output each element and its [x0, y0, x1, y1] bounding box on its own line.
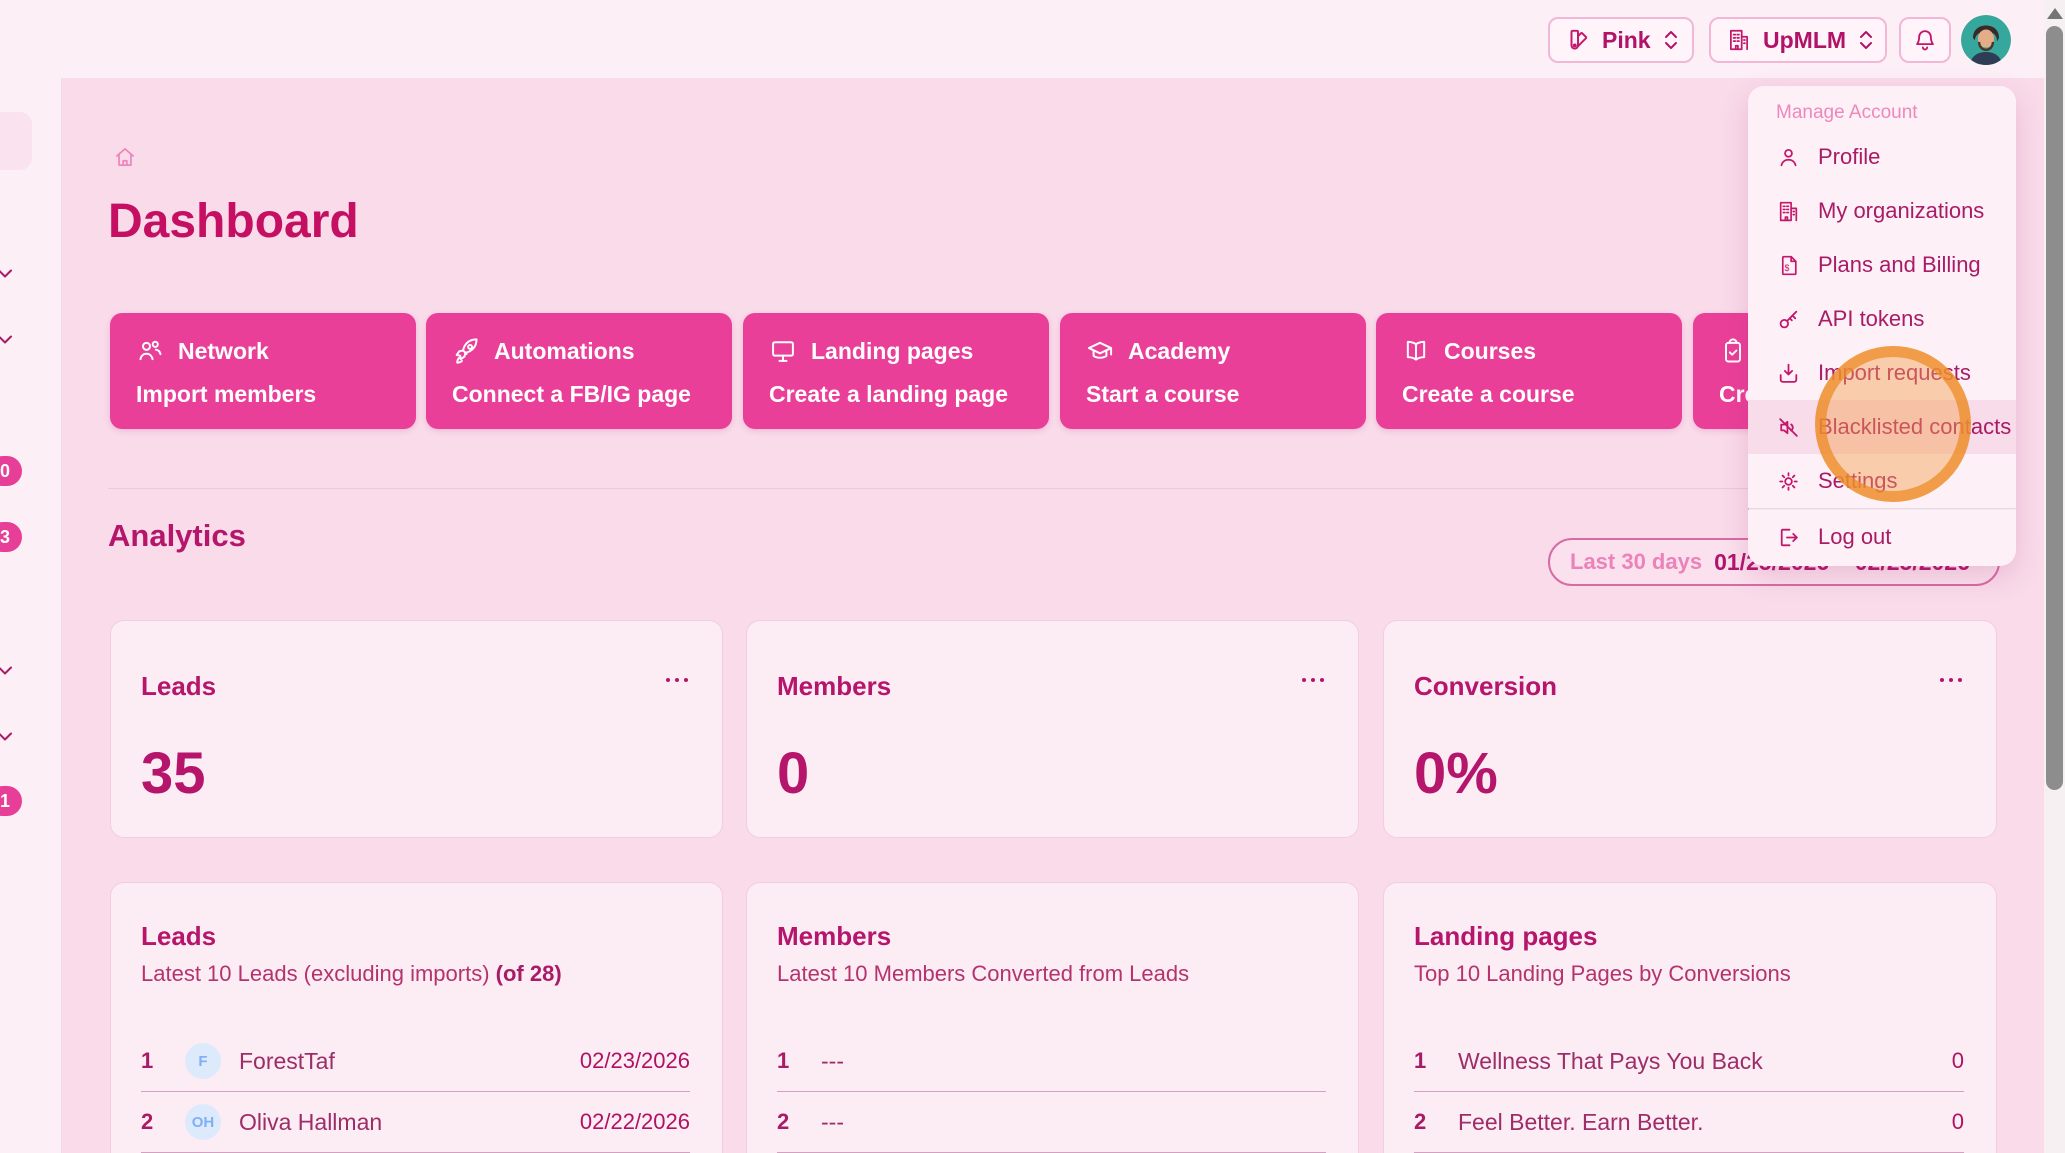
quick-action-subtitle: Create a course — [1402, 381, 1656, 408]
avatar: F — [185, 1043, 221, 1079]
list-subtitle: Top 10 Landing Pages by Conversions — [1414, 961, 1964, 987]
gear-icon — [1776, 469, 1801, 494]
menu-item-api-tokens[interactable]: API tokens — [1748, 292, 2016, 346]
quick-action-courses[interactable]: Courses Create a course — [1376, 313, 1682, 429]
theme-selector-label: Pink — [1602, 27, 1651, 54]
stat-title: Members — [777, 671, 891, 702]
list-subtitle: Latest 10 Members Converted from Leads — [777, 961, 1326, 987]
stat-value: 0% — [1414, 745, 1964, 803]
updown-chevrons-icon — [1662, 28, 1680, 52]
chevron-down-icon[interactable] — [0, 261, 17, 285]
quick-action-title: Academy — [1128, 338, 1230, 365]
list-title: Leads — [141, 921, 690, 952]
quick-action-title: Landing pages — [811, 338, 973, 365]
sidebar: 0 3 1 — [0, 78, 62, 1153]
list-card-landing-pages: Landing pages Top 10 Landing Pages by Co… — [1383, 882, 1997, 1153]
swatch-icon — [1565, 27, 1591, 53]
stat-title: Leads — [141, 671, 216, 702]
date-range-label: Last 30 days — [1570, 549, 1702, 575]
quick-action-subtitle: Import members — [136, 381, 390, 408]
stat-value: 35 — [141, 745, 690, 803]
quick-action-title: Network — [178, 338, 269, 365]
home-icon[interactable] — [112, 144, 138, 170]
building-icon — [1726, 27, 1752, 53]
stat-value: 0 — [777, 745, 1326, 803]
more-options-icon[interactable] — [1300, 675, 1326, 685]
quick-action-subtitle: Connect a FB/IG page — [452, 381, 706, 408]
menu-item-log-out[interactable]: Log out — [1748, 510, 2016, 564]
list-item[interactable]: 2 Feel Better. Earn Better. 0 — [1414, 1092, 1964, 1153]
chevron-down-icon[interactable] — [0, 724, 17, 748]
graduation-cap-icon — [1086, 337, 1114, 365]
list-subtitle: Latest 10 Leads (excluding imports) (of … — [141, 961, 690, 987]
avatar: OH — [185, 1104, 221, 1140]
click-highlight — [1815, 346, 1971, 502]
stat-title: Conversion — [1414, 671, 1557, 702]
user-icon — [1776, 145, 1801, 170]
section-divider — [108, 488, 1997, 489]
quick-action-automations[interactable]: Automations Connect a FB/IG page — [426, 313, 732, 429]
user-avatar[interactable] — [1961, 15, 2011, 65]
more-options-icon[interactable] — [1938, 675, 1964, 685]
list-title: Landing pages — [1414, 921, 1964, 952]
quick-action-subtitle: Start a course — [1086, 381, 1340, 408]
notifications-button[interactable] — [1899, 17, 1951, 63]
list-title: Members — [777, 921, 1326, 952]
list-item[interactable]: 1 F ForestTaf 02/23/2026 — [141, 1031, 690, 1092]
list-card-leads: Leads Latest 10 Leads (excluding imports… — [110, 882, 723, 1153]
scrollbar[interactable] — [2044, 0, 2065, 1153]
rocket-icon — [452, 337, 480, 365]
svg-text:$: $ — [1785, 263, 1790, 273]
list-item: 2 --- — [777, 1092, 1326, 1153]
stat-card-members: Members 0 — [746, 620, 1359, 838]
sidebar-item-active[interactable] — [0, 112, 32, 170]
sidebar-count-badge: 1 — [0, 786, 22, 816]
quick-action-subtitle: Create a landing page — [769, 381, 1023, 408]
quick-action-title: Courses — [1444, 338, 1536, 365]
organization-selector-label: UpMLM — [1763, 27, 1846, 54]
chevron-down-icon[interactable] — [0, 327, 17, 351]
sidebar-count-badge: 3 — [0, 522, 22, 552]
billing-icon: $ — [1776, 253, 1801, 278]
quick-action-landing-pages[interactable]: Landing pages Create a landing page — [743, 313, 1049, 429]
stat-card-conversion: Conversion 0% — [1383, 620, 1997, 838]
building-icon — [1776, 199, 1801, 224]
monitor-icon — [769, 337, 797, 365]
more-options-icon[interactable] — [664, 675, 690, 685]
menu-header: Manage Account — [1748, 94, 2016, 130]
clipboard-check-icon — [1719, 337, 1747, 365]
theme-selector[interactable]: Pink — [1548, 17, 1694, 63]
analytics-heading: Analytics — [108, 518, 246, 554]
list-item[interactable]: 1 Wellness That Pays You Back 0 — [1414, 1031, 1964, 1092]
menu-item-plans-billing[interactable]: $ Plans and Billing — [1748, 238, 2016, 292]
menu-item-my-organizations[interactable]: My organizations — [1748, 184, 2016, 238]
scrollbar-thumb[interactable] — [2046, 26, 2063, 790]
quick-action-network[interactable]: Network Import members — [110, 313, 416, 429]
chevron-down-icon[interactable] — [0, 658, 17, 682]
sidebar-count-badge: 0 — [0, 456, 22, 486]
topbar: Pink UpMLM — [0, 0, 2065, 78]
list-card-members: Members Latest 10 Members Converted from… — [746, 882, 1359, 1153]
logout-icon — [1776, 525, 1801, 550]
updown-chevrons-icon — [1857, 28, 1875, 52]
people-icon — [136, 337, 164, 365]
stat-card-leads: Leads 35 — [110, 620, 723, 838]
quick-action-academy[interactable]: Academy Start a course — [1060, 313, 1366, 429]
muted-icon — [1776, 415, 1801, 440]
quick-action-title: Automations — [494, 338, 635, 365]
main-content: Dashboard Network Import members Automat… — [62, 78, 2044, 1153]
import-icon — [1776, 361, 1801, 386]
list-item: 1 --- — [777, 1031, 1326, 1092]
organization-selector[interactable]: UpMLM — [1709, 17, 1887, 63]
scrollbar-up-arrow[interactable] — [2047, 8, 2063, 19]
page-title: Dashboard — [108, 194, 359, 249]
bell-icon — [1912, 27, 1938, 53]
menu-item-profile[interactable]: Profile — [1748, 130, 2016, 184]
list-item[interactable]: 2 OH Oliva Hallman 02/22/2026 — [141, 1092, 690, 1153]
book-icon — [1402, 337, 1430, 365]
key-icon — [1776, 307, 1801, 332]
